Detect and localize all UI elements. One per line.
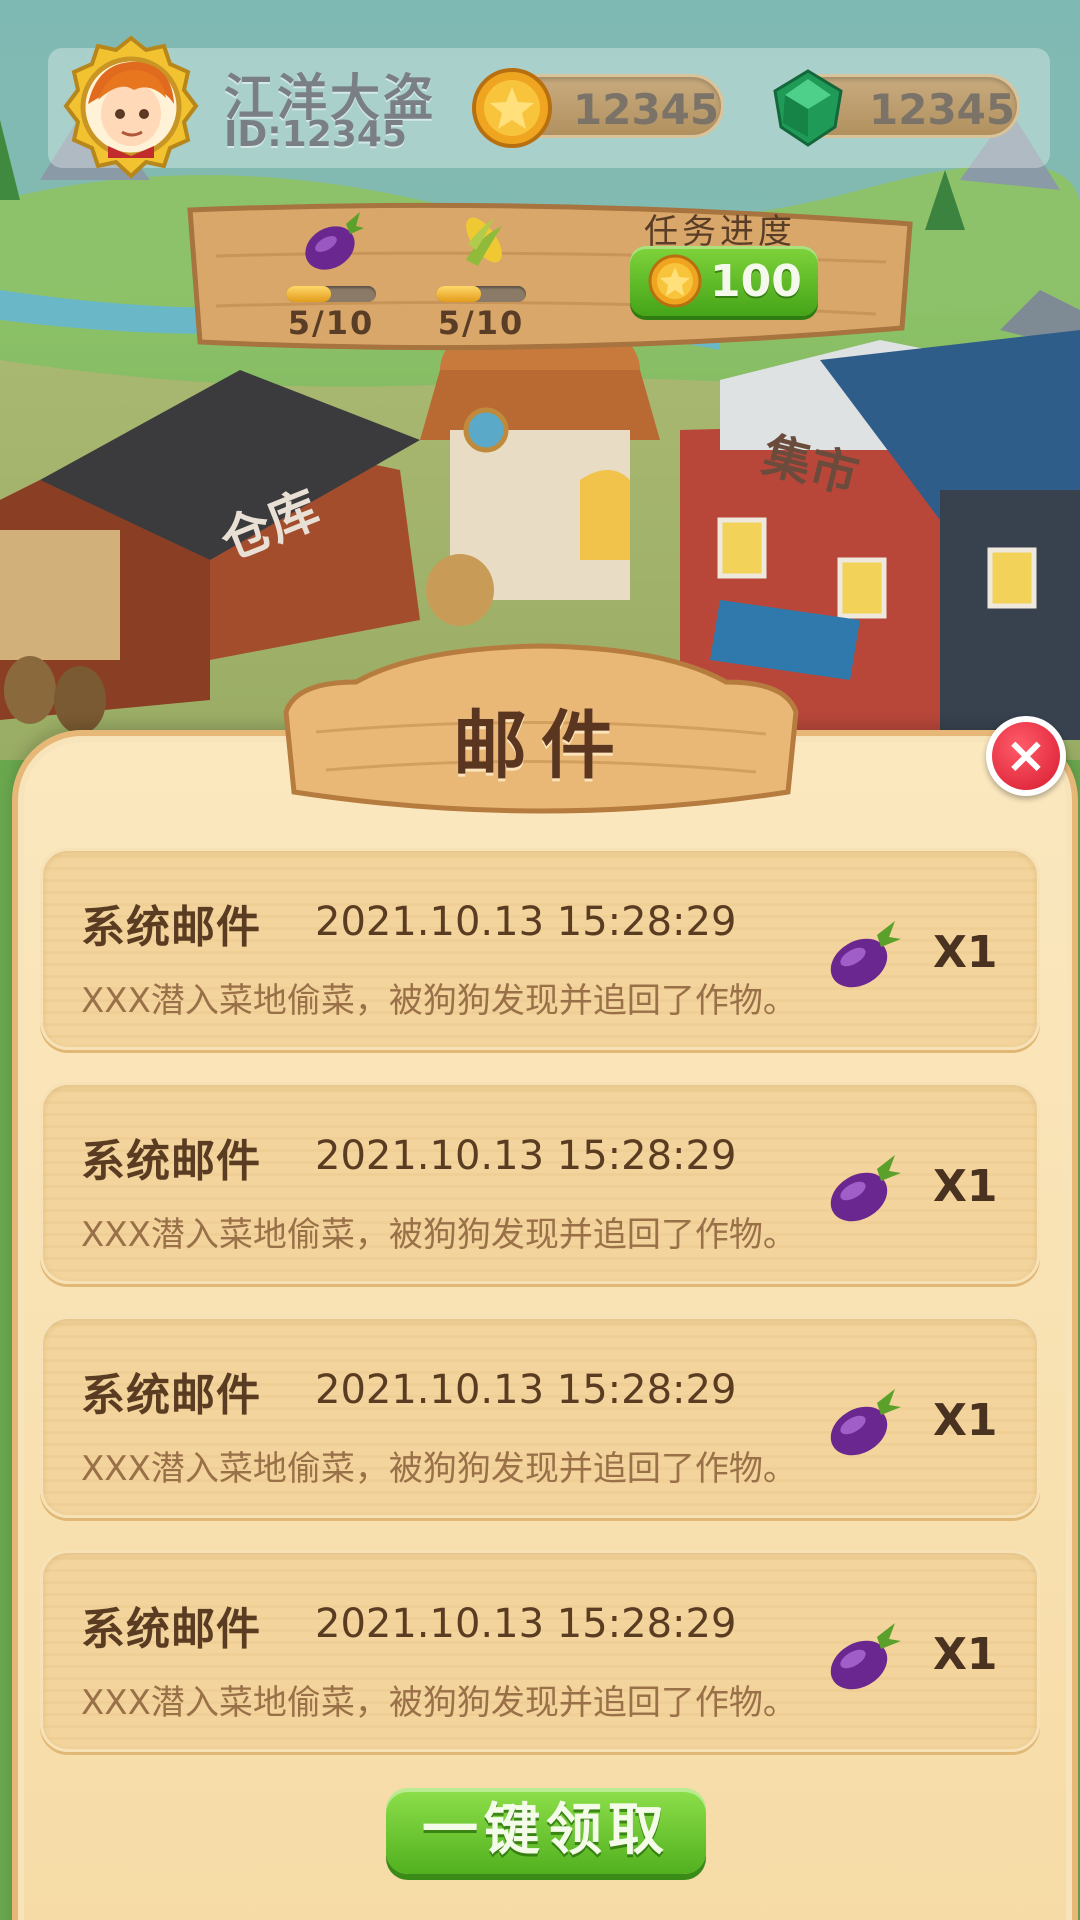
task-board: 5/10 5/10 任务进度 100 [186, 196, 914, 358]
gem-value: 12345 [869, 85, 1016, 134]
mail-time: 2021.10.13 15:28:29 [315, 1601, 737, 1647]
task-item-eggplant[interactable]: 5/10 [276, 204, 386, 354]
corn-icon [466, 217, 502, 266]
mail-time: 2021.10.13 15:28:29 [315, 1367, 737, 1413]
gem-counter[interactable]: 12345 [773, 69, 1020, 147]
mail-description: XXX潜入菜地偷菜，被狗狗发现并追回了作物。 [81, 1449, 797, 1489]
task-progress-bar [286, 286, 376, 302]
mail-sender: 系统邮件 [81, 902, 261, 953]
task-count: 5/10 [287, 304, 375, 342]
mail-description: XXX潜入菜地偷菜，被狗狗发现并追回了作物。 [81, 981, 797, 1021]
mail-time: 2021.10.13 15:28:29 [315, 899, 737, 945]
mail-description: XXX潜入菜地偷菜，被狗狗发现并追回了作物。 [81, 1215, 797, 1255]
eggplant-icon [830, 1155, 901, 1222]
task-reward-button[interactable]: 100 [630, 246, 818, 316]
coin-icon [472, 68, 552, 148]
task-item-corn[interactable]: 5/10 [426, 204, 536, 354]
mail-description: XXX潜入菜地偷菜，被狗狗发现并追回了作物。 [81, 1683, 797, 1723]
mail-time: 2021.10.13 15:28:29 [315, 1133, 737, 1179]
coin-value: 12345 [573, 85, 720, 134]
player-avatar[interactable] [58, 34, 204, 180]
eggplant-icon [830, 1389, 901, 1456]
mail-item[interactable]: 系统邮件 2021.10.13 15:28:29 XXX潜入菜地偷菜，被狗狗发现… [40, 1082, 1040, 1284]
mail-reward-quantity: X1 [933, 1629, 998, 1680]
eggplant-icon [305, 212, 364, 270]
coin-icon [648, 254, 702, 308]
mail-item[interactable]: 系统邮件 2021.10.13 15:28:29 XXX潜入菜地偷菜，被狗狗发现… [40, 848, 1040, 1050]
avatar-icon [63, 35, 199, 179]
mail-list: 系统邮件 2021.10.13 15:28:29 XXX潜入菜地偷菜，被狗狗发现… [40, 848, 1040, 1784]
mail-title: 邮件 [453, 703, 629, 789]
close-icon: × [992, 722, 1060, 790]
mail-reward-quantity: X1 [933, 1395, 998, 1446]
mail-sender: 系统邮件 [81, 1604, 261, 1655]
mail-item[interactable]: 系统邮件 2021.10.13 15:28:29 XXX潜入菜地偷菜，被狗狗发现… [40, 1550, 1040, 1752]
task-progress-bar [436, 286, 526, 302]
task-progress-fill [436, 286, 481, 302]
claim-all-label: 一键领取 [422, 1798, 670, 1863]
claim-all-button[interactable]: 一键领取 [386, 1788, 706, 1874]
task-reward-value: 100 [710, 256, 802, 307]
mail-reward-quantity: X1 [933, 927, 998, 978]
eggplant-icon [830, 921, 901, 988]
mail-sender: 系统邮件 [81, 1136, 261, 1187]
gem-icon [773, 69, 843, 147]
task-progress-fill [286, 286, 331, 302]
mail-sender: 系统邮件 [81, 1370, 261, 1421]
mail-item[interactable]: 系统邮件 2021.10.13 15:28:29 XXX潜入菜地偷菜，被狗狗发现… [40, 1316, 1040, 1518]
eggplant-icon [830, 1623, 901, 1690]
coin-counter[interactable]: 12345 [472, 68, 724, 148]
close-button[interactable]: × [986, 716, 1066, 796]
player-id: ID:12345 [224, 114, 407, 155]
task-count: 5/10 [437, 304, 525, 342]
mail-reward-quantity: X1 [933, 1161, 998, 1212]
